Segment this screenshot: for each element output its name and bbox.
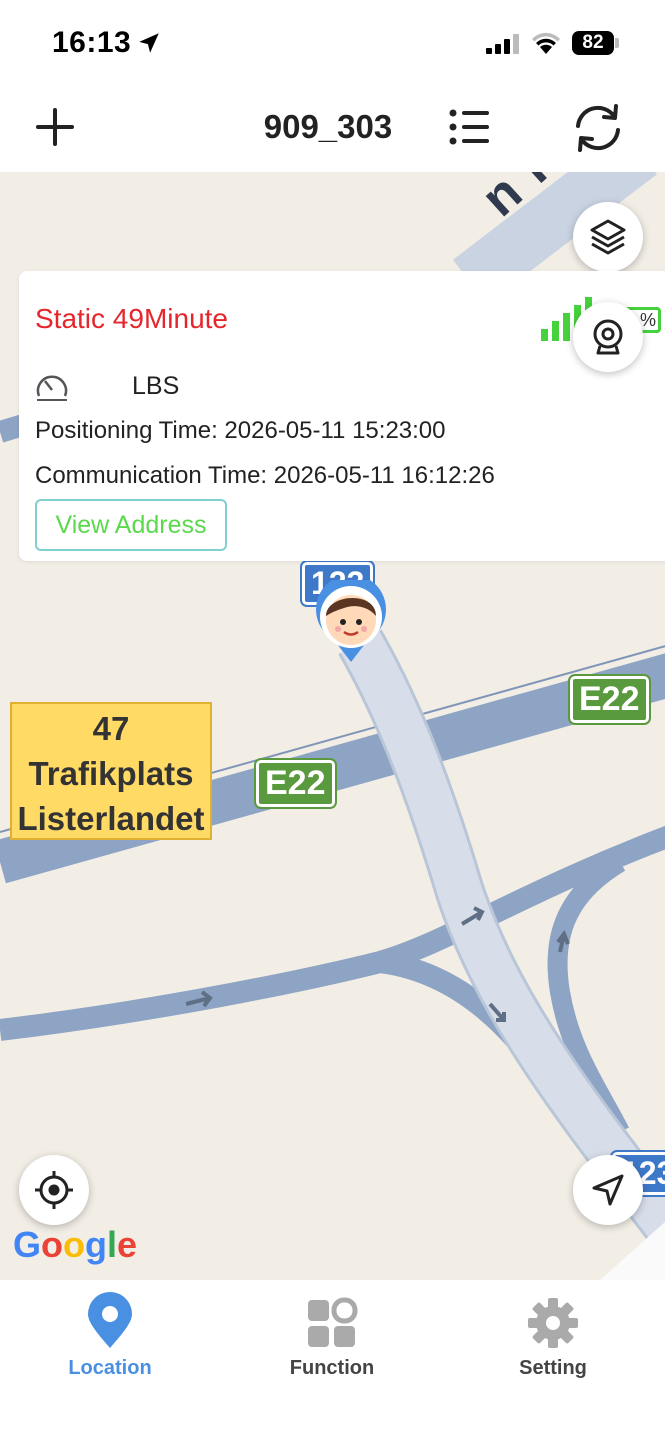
static-status: Static 49Minute	[35, 303, 228, 334]
exit-name-line1: Trafikplats	[28, 755, 194, 792]
nav-label-location: Location	[68, 1357, 152, 1379]
nav-label-function: Function	[289, 1357, 375, 1379]
communication-time: Communication Time: 2026-05-11 16:12:26	[35, 462, 495, 489]
locate-me-button[interactable]	[19, 1155, 89, 1225]
location-type: LBS	[132, 372, 180, 400]
nav-item-setting[interactable]: Setting	[473, 1292, 633, 1380]
crosshair-icon	[35, 1171, 73, 1209]
status-time: 16:13	[52, 26, 132, 59]
exit-name-line2: Listerlandet	[17, 800, 205, 837]
map-view[interactable]: n Hu 123 123 E22 E22 47 Trafikplats List…	[0, 172, 665, 1280]
location-arrow-icon	[139, 33, 159, 53]
plus-icon[interactable]	[32, 104, 78, 150]
e22-shield-left: E22	[254, 758, 337, 809]
map-pin-icon	[88, 1292, 132, 1348]
battery-indicator: 82	[572, 31, 614, 55]
cellular-signal-icon	[486, 34, 519, 54]
google-attribution: Google	[13, 1224, 138, 1265]
layers-button[interactable]	[573, 202, 643, 272]
device-avatar-pin[interactable]	[314, 580, 388, 664]
status-bar: 16:13 82	[0, 0, 665, 86]
nav-label-setting: Setting	[519, 1357, 587, 1379]
battery-tip	[615, 38, 619, 48]
navigate-arrow-icon	[592, 1174, 624, 1206]
e22-shield-right: E22	[568, 674, 651, 725]
exit-number: 47	[92, 710, 130, 747]
exit-sign: 47 Trafikplats Listerlandet	[10, 702, 212, 840]
positioning-time: Positioning Time: 2026-05-11 15:23:00	[35, 417, 446, 444]
device-info-card: Static 49Minute % LBS Positioning Time: …	[19, 271, 665, 561]
webcam-icon	[593, 319, 623, 355]
app-header: 909_303	[0, 86, 665, 172]
view-address-button[interactable]: View Address	[35, 499, 227, 551]
speedometer-icon	[36, 375, 68, 401]
wifi-icon	[532, 32, 560, 54]
refresh-icon[interactable]	[570, 100, 626, 156]
apps-grid-icon	[308, 1297, 358, 1347]
nav-item-function[interactable]: Function	[252, 1292, 412, 1380]
webcam-button[interactable]	[573, 302, 643, 372]
navigate-button[interactable]	[573, 1155, 643, 1225]
device-title[interactable]: 909_303	[228, 108, 428, 146]
nav-item-location[interactable]: Location	[30, 1292, 190, 1380]
list-icon[interactable]	[446, 104, 492, 150]
layers-icon	[590, 219, 626, 255]
gear-icon	[528, 1298, 578, 1348]
bottom-nav: Location Function Setting	[0, 1280, 665, 1440]
